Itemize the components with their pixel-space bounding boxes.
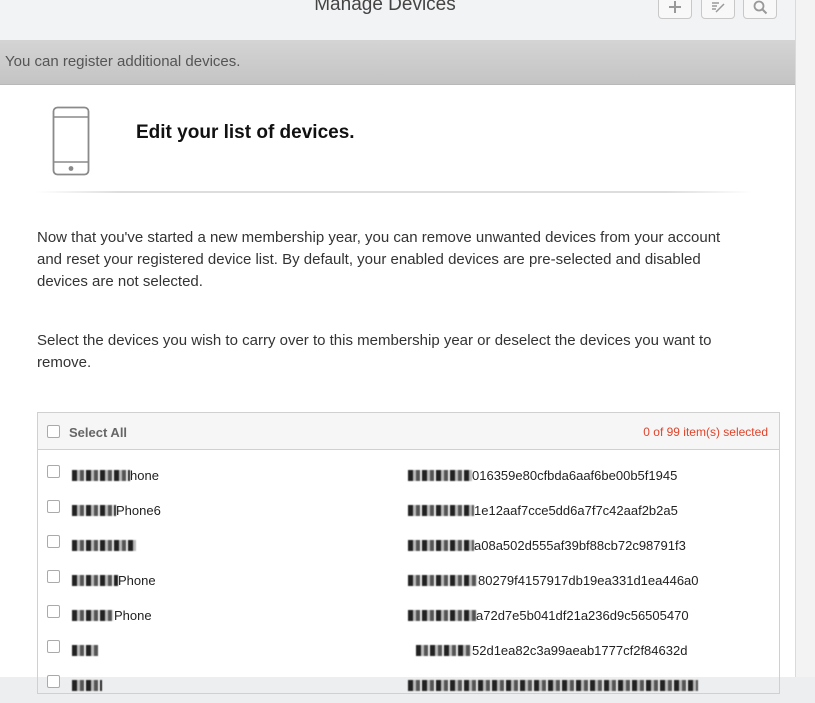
table-row[interactable]: Phone6 1e12aaf7cce5dd6a7f7c42aaf2b2a5	[38, 493, 779, 528]
device-id: 016359e80cfbda6aaf6be00b5f1945	[408, 468, 677, 483]
table-row[interactable]: 52d1ea82c3a99aeab1777cf2f84632d	[38, 633, 779, 668]
device-name	[72, 678, 102, 693]
device-name: Phone	[72, 608, 152, 623]
plus-icon	[669, 1, 681, 13]
device-id-text: 80279f4157917db19ea331d1ea446a0	[478, 573, 699, 588]
row-checkbox[interactable]	[47, 500, 60, 513]
device-name: hone	[72, 468, 159, 483]
divider	[36, 191, 752, 193]
main-content: Edit your list of devices. Now that you'…	[0, 85, 795, 694]
device-id: 52d1ea82c3a99aeab1777cf2f84632d	[408, 643, 687, 658]
row-checkbox[interactable]	[47, 465, 60, 478]
select-all-checkbox[interactable]	[47, 425, 60, 438]
device-name-text: Phone	[118, 573, 156, 588]
row-checkbox[interactable]	[47, 640, 60, 653]
device-id: 1e12aaf7cce5dd6a7f7c42aaf2b2a5	[408, 503, 678, 518]
device-id-text: a08a502d555af39bf88cb72c98791f3	[474, 538, 686, 553]
device-name-text: Phone	[114, 608, 152, 623]
device-id-text: 016359e80cfbda6aaf6be00b5f1945	[472, 468, 678, 483]
selection-count: 0 of 99 item(s) selected	[643, 425, 768, 439]
device-table: Select All 0 of 99 item(s) selected hone…	[37, 412, 780, 694]
section-heading: Edit your list of devices.	[136, 122, 355, 143]
device-id-text: 1e12aaf7cce5dd6a7f7c42aaf2b2a5	[474, 503, 678, 518]
select-all-label[interactable]: Select All	[69, 425, 127, 440]
notice-banner: You can register additional devices.	[0, 41, 795, 85]
device-id: a08a502d555af39bf88cb72c98791f3	[408, 538, 686, 553]
page-title: Manage Devices	[314, 0, 456, 15]
table-row[interactable]: Phone 80279f4157917db19ea331d1ea446a0	[38, 563, 779, 598]
navigation-bar: Manage Devices	[0, 0, 795, 41]
device-name-text: hone	[130, 468, 159, 483]
table-row[interactable]: hone 016359e80cfbda6aaf6be00b5f1945	[38, 458, 779, 493]
table-row[interactable]	[38, 668, 779, 703]
device-name: Phone6	[72, 503, 161, 518]
table-header: Select All 0 of 99 item(s) selected	[38, 413, 779, 450]
device-id-text: a72d7e5b041df21a236d9c56505470	[476, 608, 689, 623]
device-name: Phone	[72, 573, 156, 588]
device-name-text: Phone6	[116, 503, 161, 518]
device-id: 80279f4157917db19ea331d1ea446a0	[408, 573, 699, 588]
search-icon	[753, 0, 768, 15]
table-row[interactable]: Phone a72d7e5b041df21a236d9c56505470	[38, 598, 779, 633]
device-name	[72, 643, 98, 658]
device-id: a72d7e5b041df21a236d9c56505470	[408, 608, 689, 623]
row-checkbox[interactable]	[47, 535, 60, 548]
device-name	[72, 538, 136, 553]
edit-button[interactable]	[701, 0, 735, 19]
intro-paragraph: Now that you've started a new membership…	[37, 229, 721, 290]
phone-icon	[52, 106, 90, 176]
edit-icon	[712, 2, 725, 13]
row-checkbox[interactable]	[47, 570, 60, 583]
row-checkbox[interactable]	[47, 605, 60, 618]
side-panel-edge	[795, 0, 815, 677]
notice-text: You can register additional devices.	[5, 53, 241, 70]
device-id	[408, 678, 698, 693]
table-row[interactable]: a08a502d555af39bf88cb72c98791f3	[38, 528, 779, 563]
instruction-paragraph: Select the devices you wish to carry ove…	[37, 332, 712, 371]
add-device-button[interactable]	[658, 0, 692, 19]
search-button[interactable]	[743, 0, 777, 19]
device-id-text: 52d1ea82c3a99aeab1777cf2f84632d	[472, 643, 688, 658]
